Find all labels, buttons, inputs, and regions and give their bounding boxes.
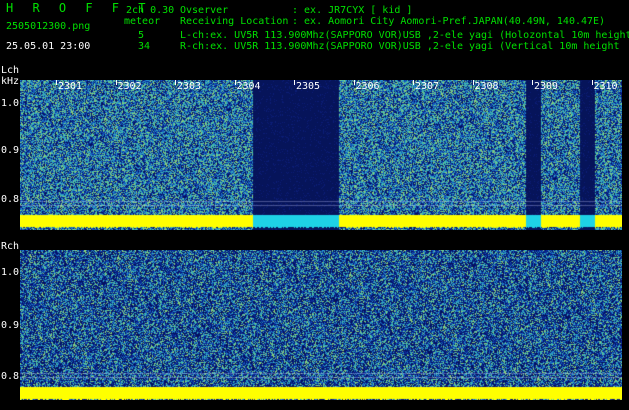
rch-description: R-ch:ex. UV5R 113.900Mhz(SAPPORO VOR)USB… [180, 41, 620, 52]
lch-time-tick [591, 80, 593, 85]
lch-unit-label: kHz [1, 76, 20, 87]
rch-spectrogram [20, 250, 622, 400]
mode-label: meteor [124, 16, 161, 27]
lch-time-label: 2310 [593, 81, 618, 92]
lch-time-label: 2307 [415, 81, 440, 92]
lch-time-tick [532, 80, 533, 85]
lch-time-label: 2306 [355, 81, 380, 92]
app-version: 2ch 0.30 [126, 5, 175, 16]
rch-meteor-count: 34 [138, 41, 151, 52]
lch-time-tick [175, 80, 176, 85]
lch-time-tick [294, 80, 295, 85]
lch-description: L-ch:ex. UV5R 113.900Mhz(SAPPORO VOR)USB… [180, 30, 629, 41]
lch-time-tick [56, 80, 57, 85]
lch-time-tick [115, 80, 117, 85]
observer-value: : ex. JR7CYX [ kid ] [292, 5, 413, 16]
lch-waterfall: 2301 2302 2303 2304 2305 2306 2307 2308 2309 2310 [20, 80, 622, 230]
lch-time-tick [353, 80, 355, 85]
lch-meteor-count: 5 [138, 30, 145, 41]
observer-label: Ovserver [180, 5, 229, 16]
lch-channel-label: Lch [1, 65, 20, 76]
lch-time-label: 2304 [236, 81, 261, 92]
lch-time-tick [472, 80, 474, 85]
lch-time-label: 2309 [534, 81, 559, 92]
location-value: : ex. Aomori City Aomori-Pref.JAPAN(40.4… [292, 16, 606, 27]
rch-tick-0-9: 0.9 [1, 320, 20, 331]
lch-time-label: 2301 [58, 81, 83, 92]
rch-tick-1-0: 1.0 [1, 267, 20, 278]
lch-time-label: 2302 [117, 81, 142, 92]
file-name: 2505012300.png [6, 21, 91, 32]
location-label: Receiving Location [180, 16, 289, 27]
lch-tick-1-0: 1.0 [1, 98, 20, 109]
lch-time-tick [413, 80, 414, 85]
lch-time-label: 2308 [474, 81, 499, 92]
lch-spectrogram [20, 80, 622, 230]
rch-channel-label: Rch [1, 241, 20, 252]
lch-time-label: 2305 [296, 81, 321, 92]
datetime: 25.05.01 23:00 [6, 41, 91, 52]
lch-time-tick [234, 80, 236, 85]
rch-waterfall [20, 250, 622, 400]
rch-tick-0-8: 0.8 [1, 371, 20, 382]
lch-time-label: 2303 [177, 81, 202, 92]
lch-tick-0-8: 0.8 [1, 194, 20, 205]
lch-tick-0-9: 0.9 [1, 145, 20, 156]
